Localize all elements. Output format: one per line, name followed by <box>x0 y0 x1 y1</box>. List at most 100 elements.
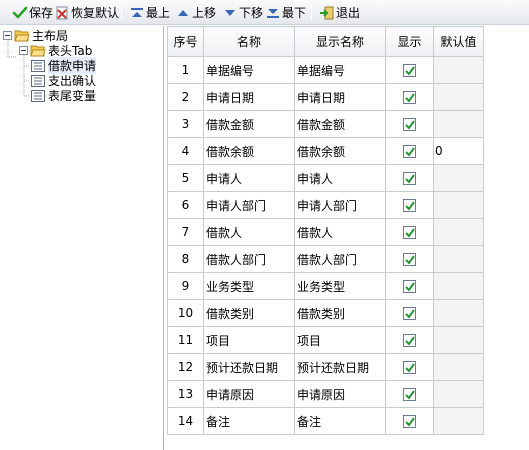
show-checkbox[interactable] <box>403 145 416 158</box>
row-number-cell: 9 <box>167 272 204 300</box>
field-name-cell: 项目 <box>203 326 295 354</box>
exit-button[interactable]: 退出 <box>319 3 360 22</box>
table-row[interactable]: 7 借款人 借款人 <box>167 218 484 246</box>
default-value-cell[interactable] <box>433 83 484 111</box>
show-cell <box>385 326 434 354</box>
show-checkbox[interactable] <box>403 307 416 320</box>
default-value-cell[interactable] <box>433 245 484 273</box>
show-checkbox[interactable] <box>403 199 416 212</box>
move-up-label: 上移 <box>192 6 217 20</box>
table-row[interactable]: 3 借款金额 借款金额 <box>167 110 484 138</box>
move-bottom-icon <box>265 5 281 21</box>
tree-item-loan-request[interactable]: 借款申请 <box>31 57 97 74</box>
default-value-cell[interactable] <box>433 191 484 219</box>
table-row[interactable]: 13 申请原因 申请原因 <box>167 380 484 408</box>
show-checkbox[interactable] <box>403 172 416 185</box>
default-value-cell[interactable] <box>433 407 484 435</box>
save-button[interactable]: 保存 <box>12 3 53 22</box>
field-name-cell: 借款类别 <box>203 299 295 327</box>
show-cell <box>385 56 434 84</box>
default-value-cell[interactable]: 0 <box>433 137 484 165</box>
move-top-button[interactable]: 最上 <box>129 3 170 22</box>
row-number-cell: 6 <box>167 191 204 219</box>
column-header-name[interactable]: 名称 <box>203 26 295 57</box>
checkmark-icon <box>405 255 415 265</box>
column-header-no[interactable]: 序号 <box>167 26 204 57</box>
checkmark-icon <box>405 228 415 238</box>
checkmark-icon <box>405 336 415 346</box>
restore-default-button[interactable]: 恢复默认 <box>54 3 119 22</box>
display-name-cell[interactable]: 申请原因 <box>294 380 386 408</box>
display-name-cell[interactable]: 申请人 <box>294 164 386 192</box>
column-header-display-name[interactable]: 显示名称 <box>294 26 386 57</box>
column-header-default[interactable]: 默认值 <box>433 26 484 57</box>
table-row[interactable]: 4 借款余额 借款余额 0 <box>167 137 484 165</box>
default-value-cell[interactable] <box>433 56 484 84</box>
field-name-cell: 单据编号 <box>203 56 295 84</box>
exit-icon <box>319 5 335 21</box>
show-checkbox[interactable] <box>403 91 416 104</box>
show-checkbox[interactable] <box>403 415 416 428</box>
tree-node-root[interactable]: 主布局 <box>3 28 68 43</box>
collapse-toggle-icon[interactable] <box>19 46 28 55</box>
table-row[interactable]: 9 业务类型 业务类型 <box>167 272 484 300</box>
row-number-cell: 8 <box>167 245 204 273</box>
row-number-cell: 5 <box>167 164 204 192</box>
display-name-cell[interactable]: 借款类别 <box>294 299 386 327</box>
table-row[interactable]: 8 借款人部门 借款人部门 <box>167 245 484 273</box>
move-bottom-button[interactable]: 最下 <box>265 3 306 22</box>
show-checkbox[interactable] <box>403 280 416 293</box>
tree-item-footer-variables[interactable]: 表尾变量 <box>31 88 96 103</box>
show-checkbox[interactable] <box>403 361 416 374</box>
default-value-cell[interactable] <box>433 164 484 192</box>
default-value-cell[interactable] <box>433 326 484 354</box>
show-cell <box>385 353 434 381</box>
default-value-cell[interactable] <box>433 380 484 408</box>
show-checkbox[interactable] <box>403 334 416 347</box>
display-name-cell[interactable]: 备注 <box>294 407 386 435</box>
display-name-cell[interactable]: 申请人部门 <box>294 191 386 219</box>
table-row[interactable]: 1 单据编号 单据编号 <box>167 56 484 84</box>
move-down-button[interactable]: 下移 <box>222 3 263 22</box>
row-number-cell: 14 <box>167 407 204 435</box>
show-checkbox[interactable] <box>403 118 416 131</box>
display-name-cell[interactable]: 借款人 <box>294 218 386 246</box>
field-name-cell: 借款余额 <box>203 137 295 165</box>
table-row[interactable]: 6 申请人部门 申请人部门 <box>167 191 484 219</box>
show-cell <box>385 137 434 165</box>
tree-item-expense-confirm[interactable]: 支出确认 <box>31 73 96 88</box>
table-row[interactable]: 10 借款类别 借款类别 <box>167 299 484 327</box>
table-row[interactable]: 5 申请人 申请人 <box>167 164 484 192</box>
checkmark-icon <box>405 417 415 427</box>
table-row[interactable]: 12 预计还款日期 预计还款日期 <box>167 353 484 381</box>
collapse-toggle-icon[interactable] <box>3 31 12 40</box>
show-checkbox[interactable] <box>403 253 416 266</box>
default-value-cell[interactable] <box>433 218 484 246</box>
row-number-cell: 1 <box>167 56 204 84</box>
display-name-cell[interactable]: 预计还款日期 <box>294 353 386 381</box>
row-number-cell: 4 <box>167 137 204 165</box>
default-value-cell[interactable] <box>433 110 484 138</box>
table-row[interactable]: 2 申请日期 申请日期 <box>167 83 484 111</box>
display-name-cell[interactable]: 项目 <box>294 326 386 354</box>
table-row[interactable]: 11 项目 项目 <box>167 326 484 354</box>
column-header-show[interactable]: 显示 <box>385 26 434 57</box>
default-value-cell[interactable] <box>433 353 484 381</box>
display-name-cell[interactable]: 单据编号 <box>294 56 386 84</box>
show-checkbox[interactable] <box>403 388 416 401</box>
move-up-button[interactable]: 上移 <box>175 3 216 22</box>
table-row[interactable]: 14 备注 备注 <box>167 407 484 435</box>
display-name-cell[interactable]: 业务类型 <box>294 272 386 300</box>
display-name-cell[interactable]: 借款人部门 <box>294 245 386 273</box>
default-value-cell[interactable] <box>433 272 484 300</box>
exit-label: 退出 <box>336 6 361 20</box>
display-name-cell[interactable]: 借款余额 <box>294 137 386 165</box>
field-name-cell: 借款人部门 <box>203 245 295 273</box>
default-value-cell[interactable] <box>433 299 484 327</box>
show-checkbox[interactable] <box>403 226 416 239</box>
show-checkbox[interactable] <box>403 64 416 77</box>
tree-node-group[interactable]: 表头Tab <box>19 43 92 58</box>
move-down-icon <box>222 5 238 21</box>
display-name-cell[interactable]: 申请日期 <box>294 83 386 111</box>
display-name-cell[interactable]: 借款金额 <box>294 110 386 138</box>
